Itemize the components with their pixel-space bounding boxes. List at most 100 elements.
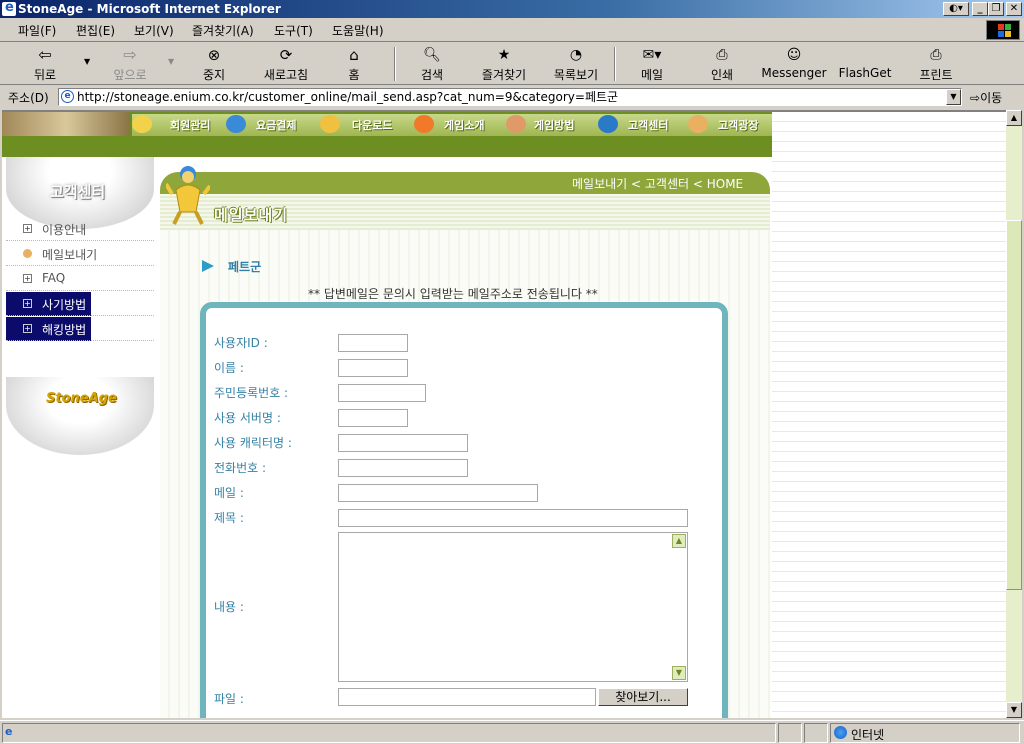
zone-pane: 인터넷 [830,723,1020,743]
zone-label: 인터넷 [851,728,885,742]
mail-button[interactable]: ✉▾ 메일 [630,45,674,83]
flashget-button[interactable]: FlashGet [838,45,892,83]
plus-box-icon: + [23,324,32,333]
scroll-thumb[interactable] [1006,220,1022,590]
address-input[interactable]: e http://stoneage.enium.co.kr/customer_o… [58,88,962,106]
email-input[interactable] [338,484,538,502]
scroll-up-icon[interactable]: ▲ [672,534,686,548]
server-label: 사용 서버명 : [214,411,281,425]
menu-file[interactable]: 파일(F) [18,22,56,39]
menu-help[interactable]: 도움말(H) [332,22,384,39]
mail-form: 사용자ID : 이름 : 주민등록번호 : 사용 서버명 : 사용 캐릭터명 :… [200,302,728,718]
favorites-button[interactable]: ★ 즐겨찾기 [474,45,534,83]
title-band: 메일보내기 [160,194,770,230]
refresh-button[interactable]: ⟳ 새로고침 [256,45,316,83]
body-textarea[interactable]: ▲ ▼ [338,532,688,682]
page-icon: e [5,725,13,738]
name-label: 이름 : [214,361,244,375]
messenger-button[interactable]: ☺ Messenger [760,45,828,83]
search-button[interactable]: 🔍︎ 검색 [412,45,452,83]
scroll-down-icon[interactable]: ▼ [672,666,686,680]
page-viewport: 회원관리 요금결제 다운로드 게임소개 게임방법 고객센터 고객광장 고객센터 … [2,110,1006,718]
body-label: 내용 : [214,600,244,614]
messenger-person-icon: ☺ [786,47,802,63]
sidebar-item-send-mail[interactable]: 메일보내기 [6,242,154,266]
home-button[interactable]: ⌂ 홈 [334,45,374,83]
sidebar-item-hacking[interactable]: + 해킹방법 [6,317,154,341]
history-button[interactable]: ◔ 목록보기 [546,45,606,83]
sidebar: 고객센터 + 이용안내 메일보내기 + FAQ + 사기방법 + 해킹방법 St… [2,157,157,455]
menu-view[interactable]: 보기(V) [134,22,174,39]
sidebar-footer: StoneAge [6,377,154,455]
minimize-button[interactable]: _ [972,2,988,16]
site-nav: 회원관리 요금결제 다운로드 게임소개 게임방법 고객센터 고객광장 [2,112,772,157]
breadcrumb: 메일보내기 < 고객센터 < HOME [572,177,744,191]
address-label: 주소(D) [8,91,49,105]
character-label: 사용 캐릭터명 : [214,436,292,450]
browse-button[interactable]: 찾아보기... [598,688,688,706]
sidebar-item-faq[interactable]: + FAQ [6,267,154,291]
nav-customer-center[interactable]: 고객센터 [628,117,668,133]
file-input[interactable] [338,688,596,706]
category-label: 페트군 [228,260,262,274]
nav-game-intro[interactable]: 게임소개 [444,117,484,133]
mail-icon: ✉▾ [642,47,662,63]
scroll-up-icon[interactable]: ▲ [1006,110,1022,126]
userid-input[interactable] [338,334,408,352]
ssn-input[interactable] [338,384,426,402]
sidebar-item-guide[interactable]: + 이용안내 [6,217,154,241]
nav-payment[interactable]: 요금결제 [256,117,296,133]
file-label: 파일 : [214,692,244,706]
menu-tools[interactable]: 도구(T) [274,22,313,39]
windows-logo-icon [986,20,1020,40]
stop-icon: ⊗ [207,46,221,64]
page-icon: e [61,90,74,103]
go-button[interactable]: ⇨이동 [970,89,1002,106]
subject-input[interactable] [338,509,688,527]
name-input[interactable] [338,359,408,377]
stop-button[interactable]: ⊗ 중지 [192,45,236,83]
arrow-right-icon [202,260,214,272]
vertical-scrollbar[interactable]: ▲ ▼ [1006,110,1022,718]
nav-plaza[interactable]: 고객광장 [718,117,758,133]
mascot-character-icon [166,166,210,225]
nav-character-icon [414,115,434,133]
search-icon: 🔍︎ [423,47,441,63]
phone-input[interactable] [338,459,468,477]
nav-how-to-play[interactable]: 게임방법 [534,117,574,133]
nav-character-icon [320,115,340,133]
print-button[interactable]: ⎙ 인쇄 [702,45,742,83]
forward-button[interactable]: ⇨ 앞으로 [100,45,160,83]
page-title: 메일보내기 [214,206,289,224]
nav-character-icon [226,115,246,133]
go-arrow-icon: ⇨ [970,91,981,105]
stoneage-logo[interactable]: StoneAge [46,391,117,406]
refresh-icon: ⟳ [279,46,293,64]
plus-box-icon: + [23,224,32,233]
character-input[interactable] [338,434,468,452]
restore-button[interactable]: ❐ [988,2,1004,16]
character-icon [23,249,32,258]
server-input[interactable] [338,409,408,427]
close-button[interactable]: ✕ [1006,2,1022,16]
back-dropdown-icon[interactable]: ▼ [84,57,90,66]
nav-download[interactable]: 다운로드 [352,117,392,133]
address-dropdown-icon[interactable]: ▼ [946,89,961,105]
menu-edit[interactable]: 편집(E) [76,22,115,39]
menu-favorites[interactable]: 즐겨찾기(A) [192,22,254,39]
ie-logo-icon[interactable]: ◐▾ [943,2,969,16]
email-label: 메일 : [214,486,244,500]
address-bar: 주소(D) e http://stoneage.enium.co.kr/cust… [0,86,1024,108]
home-icon: ⌂ [349,46,359,64]
status-bar: e 인터넷 [0,720,1024,744]
toolbar: ⇦ 뒤로 ▼ ⇨ 앞으로 ▼ ⊗ 중지 ⟳ 새로고침 ⌂ 홈 🔍︎ 검색 ★ 즐… [0,43,1024,85]
print-icon: ⎙ [716,47,728,63]
nav-character-icon [506,115,526,133]
back-button[interactable]: ⇦ 뒤로 [18,45,72,83]
scroll-down-icon[interactable]: ▼ [1006,702,1022,718]
printer-button[interactable]: ⎙ 프린트 [912,45,960,83]
title-bar: StoneAge - Microsoft Internet Explorer ◐… [0,0,1024,18]
forward-dropdown-icon[interactable]: ▼ [168,57,174,66]
nav-member[interactable]: 회원관리 [170,117,210,133]
sidebar-item-fraud[interactable]: + 사기방법 [6,292,154,316]
